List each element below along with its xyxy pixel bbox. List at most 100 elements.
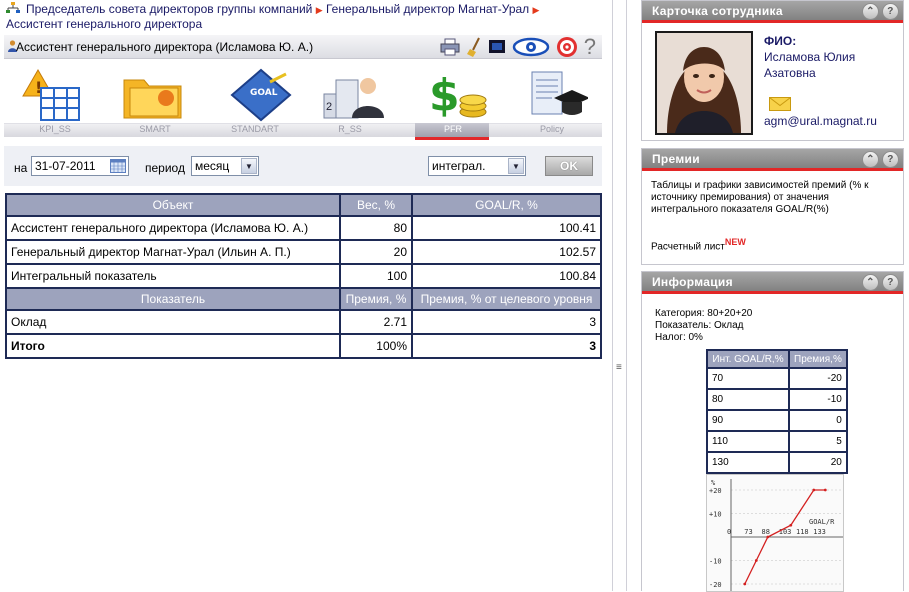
chevron-down-icon[interactable]: ▼ — [241, 158, 257, 174]
x-tick-label: 118 — [796, 528, 809, 536]
table-cell: 102.57 — [411, 239, 602, 265]
tab-standart[interactable]: STANDART — [210, 124, 300, 134]
target-icon[interactable] — [556, 36, 578, 58]
info-lines: Категория: 80+20+20 Показатель: Оклад На… — [655, 308, 752, 344]
data-point — [823, 488, 827, 492]
policy-module-icon[interactable] — [524, 68, 588, 122]
table-row: Интегральный показатель 100 100.84 — [5, 263, 602, 289]
x-tick-label: 133 — [813, 528, 826, 536]
bonus-description[interactable]: Таблицы и графики зависимостей премий (%… — [651, 180, 891, 216]
table-cell: 20 — [788, 451, 848, 474]
tab-policy[interactable]: Policy — [507, 124, 597, 134]
tab-smart[interactable]: SMART — [110, 124, 200, 134]
table-cell: 20 — [339, 239, 413, 265]
employee-card-panel: Карточка сотрудника ⌃? ФИО: Исламова Юли… — [641, 0, 904, 141]
x-tick-label: 73 — [744, 528, 752, 536]
payslip-link-text[interactable]: Расчетный лист — [651, 241, 725, 252]
period-select[interactable]: месяц ▼ — [191, 156, 259, 176]
breadcrumb-item-chairman[interactable]: Председатель совета директоров группы ко… — [26, 2, 312, 16]
column-header: GOAL/R, % — [411, 193, 602, 217]
help-icon[interactable]: ? — [882, 3, 899, 20]
y-tick-label: +20 — [709, 487, 722, 495]
tab-r[interactable]: R_SS — [305, 124, 395, 134]
filter-form: на 31-07-2011 период месяц ▼ интеграл. ▼… — [4, 146, 602, 186]
tab-pfr[interactable]: PFR — [408, 124, 498, 134]
active-tab-indicator — [415, 137, 489, 140]
employee-name: Исламова Юлия Азатовна — [764, 49, 855, 81]
table-cell: 2.71 — [339, 309, 413, 335]
mail-icon[interactable] — [769, 97, 791, 111]
chevron-down-icon[interactable]: ▼ — [508, 158, 524, 174]
x-axis-label: GOAL/R — [809, 518, 835, 526]
grip-icon[interactable]: ≡ — [616, 362, 622, 373]
kpi-module-icon[interactable]: ! — [21, 68, 85, 122]
date-field[interactable]: 31-07-2011 — [31, 156, 129, 176]
table-cell: Ассистент генерального директора (Исламо… — [5, 215, 341, 241]
r-module-icon[interactable]: 2 — [322, 70, 384, 120]
standart-module-icon[interactable]: GOAL — [230, 68, 292, 122]
employee-email[interactable]: agm@ural.magnat.ru — [764, 114, 877, 128]
eye-icon[interactable] — [512, 37, 550, 57]
fio-label: ФИО: — [764, 34, 797, 48]
table-cell: 70 — [706, 367, 790, 390]
date-label: на — [14, 161, 28, 175]
table-cell: Генеральный директор Магнат-Урал (Ильин … — [5, 239, 341, 265]
help-icon[interactable]: ? — [882, 274, 899, 291]
type-select[interactable]: интеграл. ▼ — [428, 156, 526, 176]
table-row: Оклад 2.71 3 — [5, 309, 602, 335]
period-label: период — [145, 161, 185, 175]
column-header: Премия, % от целевого уровня — [411, 287, 602, 311]
name-line: Исламова Юлия — [764, 50, 856, 64]
info-indicator: Показатель: Оклад — [655, 320, 744, 331]
table-row: Генеральный директор Магнат-Урал (Ильин … — [5, 239, 602, 265]
data-point — [754, 559, 758, 562]
table-row: 110 5 — [706, 430, 848, 453]
right-sidebar: Карточка сотрудника ⌃? ФИО: Исламова Юли… — [641, 0, 904, 592]
total-cell: 3 — [411, 333, 602, 359]
printer-icon[interactable] — [440, 38, 460, 56]
org-chart-icon — [6, 2, 20, 13]
column-header: Премия,% — [788, 349, 848, 369]
ok-button[interactable]: OK — [545, 156, 593, 176]
panel-header: Информация ⌃? — [642, 272, 903, 294]
collapse-icon[interactable]: ⌃ — [862, 151, 879, 168]
bonus-chart: 0 73 88 103 118 133 +20 +10 -10 -20% GOAL/R — [706, 474, 844, 592]
table-header-row: Инт. GOAL/R,% Премия,% — [706, 349, 848, 369]
collapse-icon[interactable]: ⌃ — [862, 274, 879, 291]
panel-accent-line — [642, 291, 903, 294]
table-header-row: Объект Вес, % GOAL/R, % — [5, 193, 602, 217]
employee-photo — [655, 31, 753, 135]
breadcrumb-arrow-icon: ▶ — [315, 5, 323, 15]
broom-icon[interactable] — [466, 37, 482, 57]
table-cell: 80 — [339, 215, 413, 241]
x-tick-label: 103 — [779, 528, 792, 536]
info-panel: Информация ⌃? Категория: 80+20+20 Показа… — [641, 271, 904, 592]
help-icon[interactable]: ? — [584, 36, 596, 58]
info-category: Категория: 80+20+20 — [655, 308, 753, 319]
table-total-row: Итого 100% 3 — [5, 333, 602, 359]
table-row: 80 -10 — [706, 388, 848, 411]
table-cell: 90 — [706, 409, 790, 432]
tab-kpi[interactable]: KPI_SS — [10, 124, 100, 134]
data-point — [743, 582, 747, 586]
monitor-icon[interactable] — [488, 38, 506, 56]
breadcrumb-item-assistant[interactable]: Ассистент генерального директора — [6, 17, 202, 31]
table-cell: 100.84 — [411, 263, 602, 289]
smart-module-icon[interactable] — [122, 70, 184, 120]
info-tax: Налог: 0% — [655, 332, 703, 343]
calendar-icon[interactable] — [110, 159, 126, 173]
breadcrumb-item-ceo[interactable]: Генеральный директор Магнат-Урал — [326, 2, 529, 16]
column-header: Показатель — [5, 287, 341, 311]
collapse-icon[interactable]: ⌃ — [862, 3, 879, 20]
help-icon[interactable]: ? — [882, 151, 899, 168]
period-value: месяц — [195, 159, 230, 173]
pfr-module-icon[interactable]: $ — [429, 68, 489, 122]
panel-accent-line — [642, 20, 903, 23]
splitter[interactable]: ≡ — [612, 0, 627, 591]
total-label: Итого — [5, 333, 341, 359]
table-header-row: Показатель Премия, % Премия, % от целево… — [5, 287, 602, 311]
payslip-link[interactable]: Расчетный листNEW — [651, 236, 746, 253]
table-cell: 110 — [706, 430, 790, 453]
breadcrumb: Председатель совета директоров группы ко… — [6, 2, 596, 31]
y-tick-label: -10 — [709, 558, 722, 566]
